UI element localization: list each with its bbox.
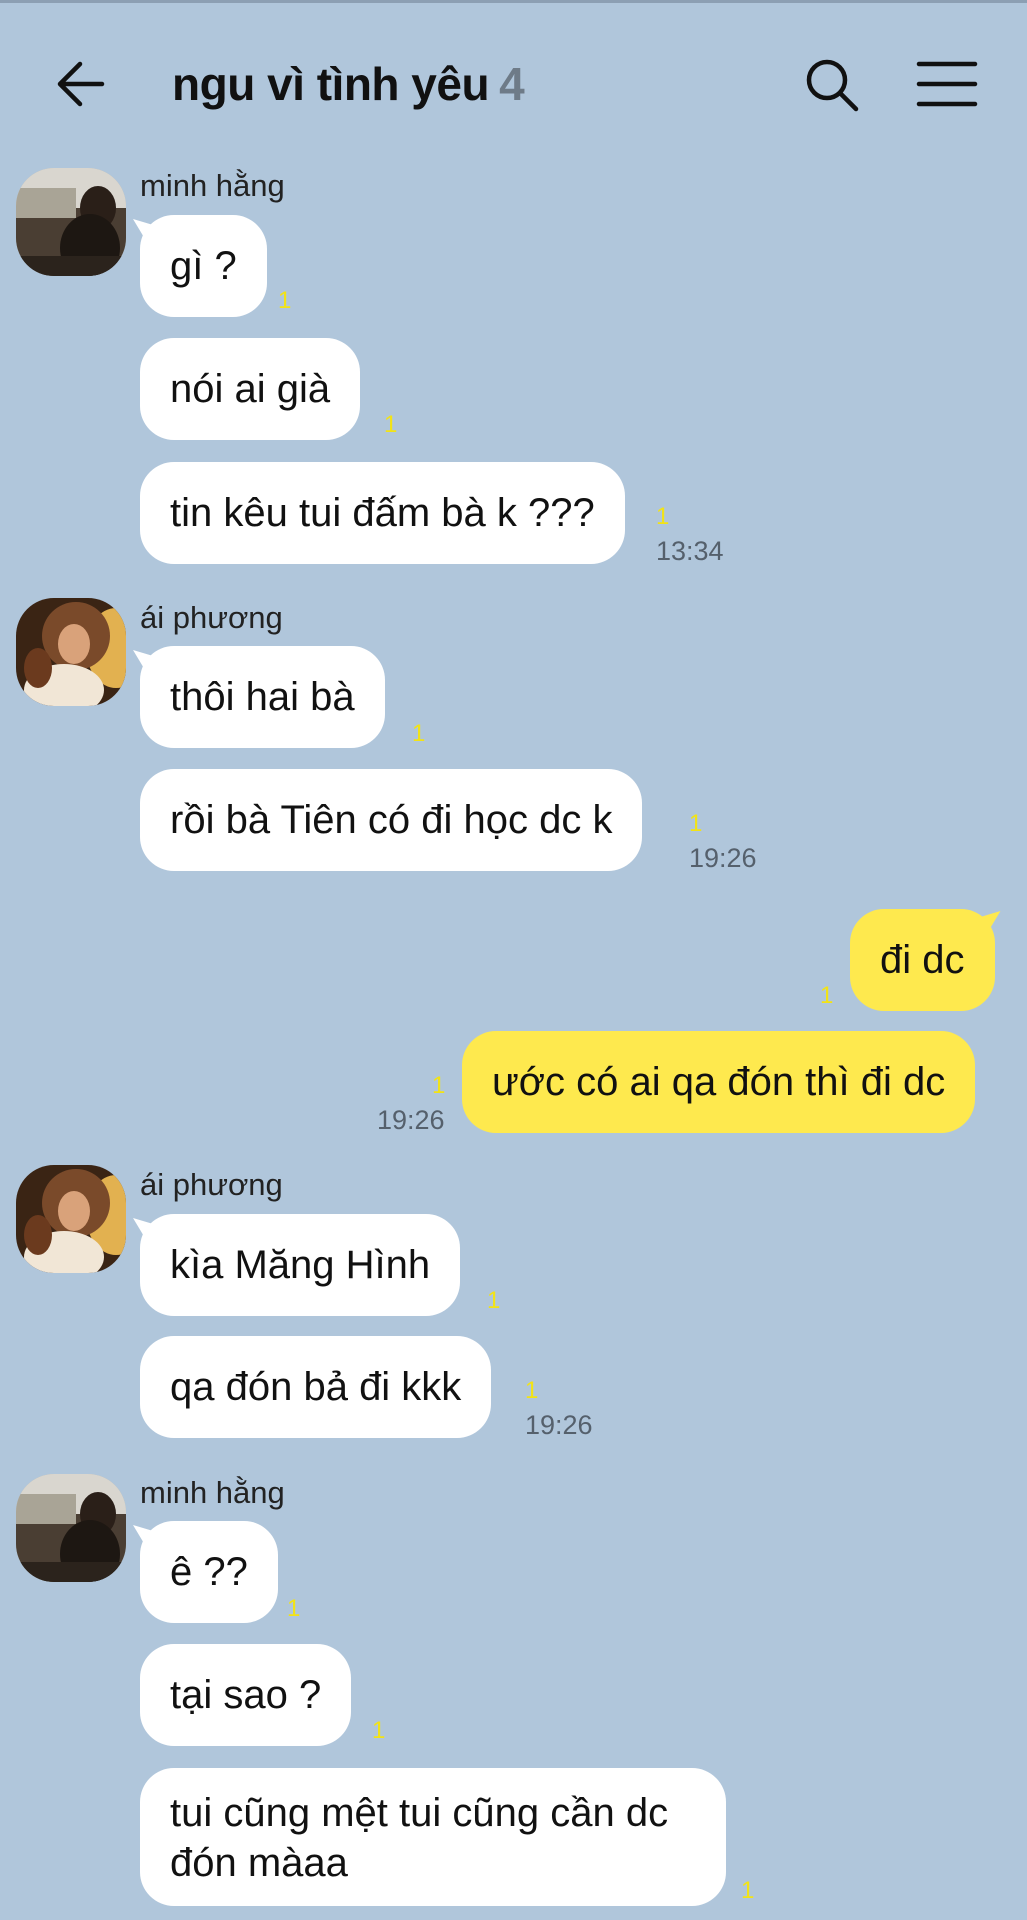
- message-bubble[interactable]: tui cũng mệt tui cũng cần dc đón màaa: [140, 1768, 726, 1906]
- menu-icon: [916, 61, 978, 107]
- avatar-minh-hang[interactable]: [16, 1474, 126, 1582]
- message-bubble[interactable]: kìa Măng Hình: [140, 1214, 461, 1316]
- sender-name: minh hằng: [140, 1475, 285, 1510]
- message-bubble[interactable]: nói ai già: [140, 338, 361, 440]
- message-text: ước có ai qa đón thì đi dc: [492, 1060, 946, 1104]
- message-bubble-outgoing[interactable]: ước có ai qa đón thì đi dc: [462, 1031, 976, 1133]
- message-bubble-outgoing[interactable]: đi dc: [850, 909, 995, 1011]
- message-text: ê ??: [170, 1550, 248, 1594]
- unread-count: 1: [820, 982, 834, 1009]
- back-button[interactable]: [52, 56, 114, 112]
- message-time: 13:34: [656, 536, 724, 566]
- message-bubble[interactable]: rồi bà Tiên có đi học dc k: [140, 769, 643, 871]
- message-text: tui cũng mệt tui cũng cần dc đón màaa: [170, 1791, 669, 1885]
- message-text: rồi bà Tiên có đi học dc k: [170, 798, 613, 842]
- avatar-ai-phuong[interactable]: [16, 1165, 126, 1273]
- unread-count: 1: [656, 503, 670, 530]
- message-time: 19:26: [689, 843, 757, 873]
- unread-count: 1: [287, 1595, 301, 1622]
- message-text: thôi hai bà: [170, 675, 355, 719]
- message-text: nói ai già: [170, 367, 331, 411]
- avatar-ai-phuong[interactable]: [16, 598, 126, 706]
- message-time: 19:26: [525, 1410, 593, 1440]
- search-icon: [806, 59, 859, 112]
- sender-name: ái phương: [140, 1167, 283, 1202]
- message-time: 19:26: [377, 1105, 445, 1135]
- unread-count: 1: [278, 287, 292, 314]
- message-text: tại sao ?: [170, 1673, 322, 1717]
- sender-name: ái phương: [140, 600, 283, 635]
- unread-count: 1: [689, 810, 703, 837]
- chat-title: ngu vì tình yêu 4: [172, 56, 525, 112]
- unread-count: 1: [487, 1287, 501, 1314]
- message-text: kìa Măng Hình: [170, 1243, 431, 1287]
- avatar-minh-hang[interactable]: [16, 168, 126, 276]
- message-text: gì ?: [170, 244, 237, 288]
- message-bubble[interactable]: tin kêu tui đấm bà k ???: [140, 462, 625, 564]
- unread-count: 1: [741, 1877, 755, 1904]
- chat-header: ngu vì tình yêu 4: [0, 0, 1027, 165]
- unread-count: 1: [432, 1072, 446, 1099]
- message-text: tin kêu tui đấm bà k ???: [170, 491, 595, 535]
- menu-button[interactable]: [915, 56, 981, 112]
- message-bubble[interactable]: gì ?: [140, 215, 267, 317]
- chat-name: ngu vì tình yêu: [172, 58, 490, 110]
- message-bubble[interactable]: qa đón bả đi kkk: [140, 1336, 492, 1438]
- message-bubble[interactable]: ê ??: [140, 1521, 278, 1623]
- message-bubble[interactable]: thôi hai bà: [140, 646, 385, 748]
- member-count: 4: [499, 58, 525, 110]
- message-bubble[interactable]: tại sao ?: [140, 1644, 352, 1746]
- sender-name: minh hằng: [140, 168, 285, 203]
- message-text: qa đón bả đi kkk: [170, 1365, 462, 1409]
- back-arrow-icon: [57, 61, 105, 107]
- search-button[interactable]: [803, 56, 863, 116]
- unread-count: 1: [525, 1377, 539, 1404]
- unread-count: 1: [412, 720, 426, 747]
- message-text: đi dc: [880, 938, 965, 982]
- unread-count: 1: [372, 1717, 386, 1744]
- unread-count: 1: [384, 411, 398, 438]
